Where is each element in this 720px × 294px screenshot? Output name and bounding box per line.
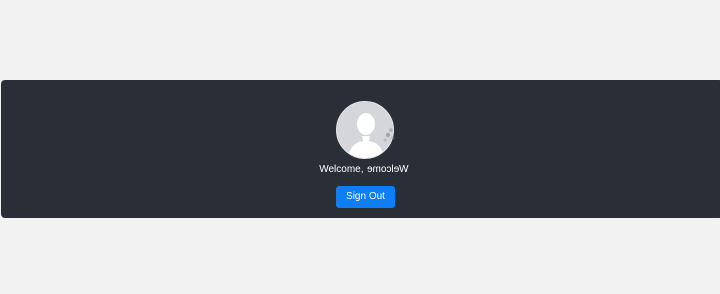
sign-out-button[interactable]: Sign Out — [336, 186, 395, 208]
welcome-message: Welcome, Welcome — [301, 163, 427, 177]
welcome-mirrored-text: Welcome — [367, 164, 409, 175]
user-profile-panel: Welcome, Welcome Sign Out — [1, 80, 720, 218]
welcome-prefix: Welcome, — [319, 164, 367, 175]
loading-spinner-icon — [383, 128, 395, 142]
